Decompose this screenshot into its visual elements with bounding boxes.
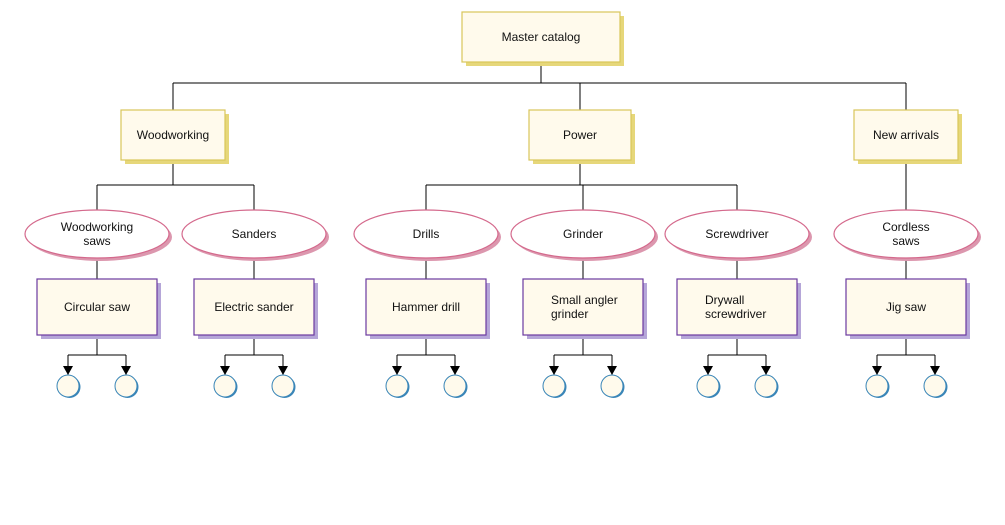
group-ellipse[interactable]: Grinder (510, 209, 658, 261)
item-node[interactable]: Small anglergrinder (522, 278, 647, 339)
leaf-node-circle (923, 374, 947, 398)
arrow-head-icon (63, 366, 73, 375)
group-label: Grinder (563, 227, 603, 241)
leaf-node[interactable] (385, 374, 410, 398)
leaf-node[interactable] (754, 374, 779, 398)
leaf-node-circle (754, 374, 778, 398)
root-label: Master catalog (502, 30, 581, 44)
arrow-head-icon (392, 366, 402, 375)
item-label: Drywall (705, 293, 744, 307)
group-label: Cordless (882, 220, 929, 234)
group-ellipse[interactable]: Woodworkingsaws (24, 209, 172, 261)
item-node[interactable]: Drywallscrewdriver (676, 278, 801, 339)
item-node[interactable]: Electric sander (193, 278, 318, 339)
group-label: Screwdriver (705, 227, 768, 241)
leaf-node-circle (114, 374, 138, 398)
item-label: Hammer drill (392, 300, 460, 314)
leaf-node[interactable] (865, 374, 890, 398)
leaf-node-circle (271, 374, 295, 398)
leaf-node-circle (443, 374, 467, 398)
leaf-node-circle (542, 374, 566, 398)
category-node[interactable]: Woodworking (120, 109, 229, 164)
arrow-head-icon (450, 366, 460, 375)
nodes: Master catalogWoodworkingWoodworkingsaws… (24, 11, 981, 398)
group-label: Sanders (232, 227, 277, 241)
catalog-tree-diagram: Master catalogWoodworkingWoodworkingsaws… (24, 11, 981, 398)
arrow-head-icon (761, 366, 771, 375)
arrow-head-icon (703, 366, 713, 375)
item-label: screwdriver (705, 307, 766, 321)
arrow-head-icon (549, 366, 559, 375)
item-label: Electric sander (214, 300, 293, 314)
group-label: Woodworking (61, 220, 133, 234)
group-label: Drills (413, 227, 440, 241)
leaf-node[interactable] (542, 374, 567, 398)
item-node[interactable]: Hammer drill (365, 278, 490, 339)
arrow-head-icon (872, 366, 882, 375)
group-ellipse[interactable]: Cordlesssaws (833, 209, 981, 261)
arrow-head-icon (121, 366, 131, 375)
item-label: Jig saw (886, 300, 926, 314)
item-node[interactable]: Jig saw (845, 278, 970, 339)
root-node[interactable]: Master catalog (461, 11, 624, 66)
leaf-node[interactable] (271, 374, 296, 398)
leaf-node-circle (56, 374, 80, 398)
arrow-head-icon (930, 366, 940, 375)
item-node[interactable]: Circular saw (36, 278, 161, 339)
leaf-node[interactable] (114, 374, 139, 398)
category-label: Power (563, 128, 597, 142)
group-label: saws (892, 234, 919, 248)
leaf-node[interactable] (600, 374, 625, 398)
group-ellipse[interactable]: Screwdriver (664, 209, 812, 261)
category-label: New arrivals (873, 128, 939, 142)
group-ellipse[interactable]: Drills (353, 209, 501, 261)
leaf-node[interactable] (56, 374, 81, 398)
leaf-node-circle (600, 374, 624, 398)
arrow-head-icon (220, 366, 230, 375)
arrow-head-icon (278, 366, 288, 375)
category-label: Woodworking (137, 128, 209, 142)
item-label: grinder (551, 307, 588, 321)
category-node[interactable]: New arrivals (853, 109, 962, 164)
leaf-node-circle (865, 374, 889, 398)
leaf-node[interactable] (213, 374, 238, 398)
item-label: Small angler (551, 293, 618, 307)
leaf-node[interactable] (923, 374, 948, 398)
group-ellipse[interactable]: Sanders (181, 209, 329, 261)
group-label: saws (83, 234, 110, 248)
category-node[interactable]: Power (528, 109, 635, 164)
leaf-node-circle (696, 374, 720, 398)
leaf-node[interactable] (696, 374, 721, 398)
leaf-node-circle (213, 374, 237, 398)
arrow-head-icon (607, 366, 617, 375)
item-label: Circular saw (64, 300, 130, 314)
leaf-node[interactable] (443, 374, 468, 398)
leaf-node-circle (385, 374, 409, 398)
